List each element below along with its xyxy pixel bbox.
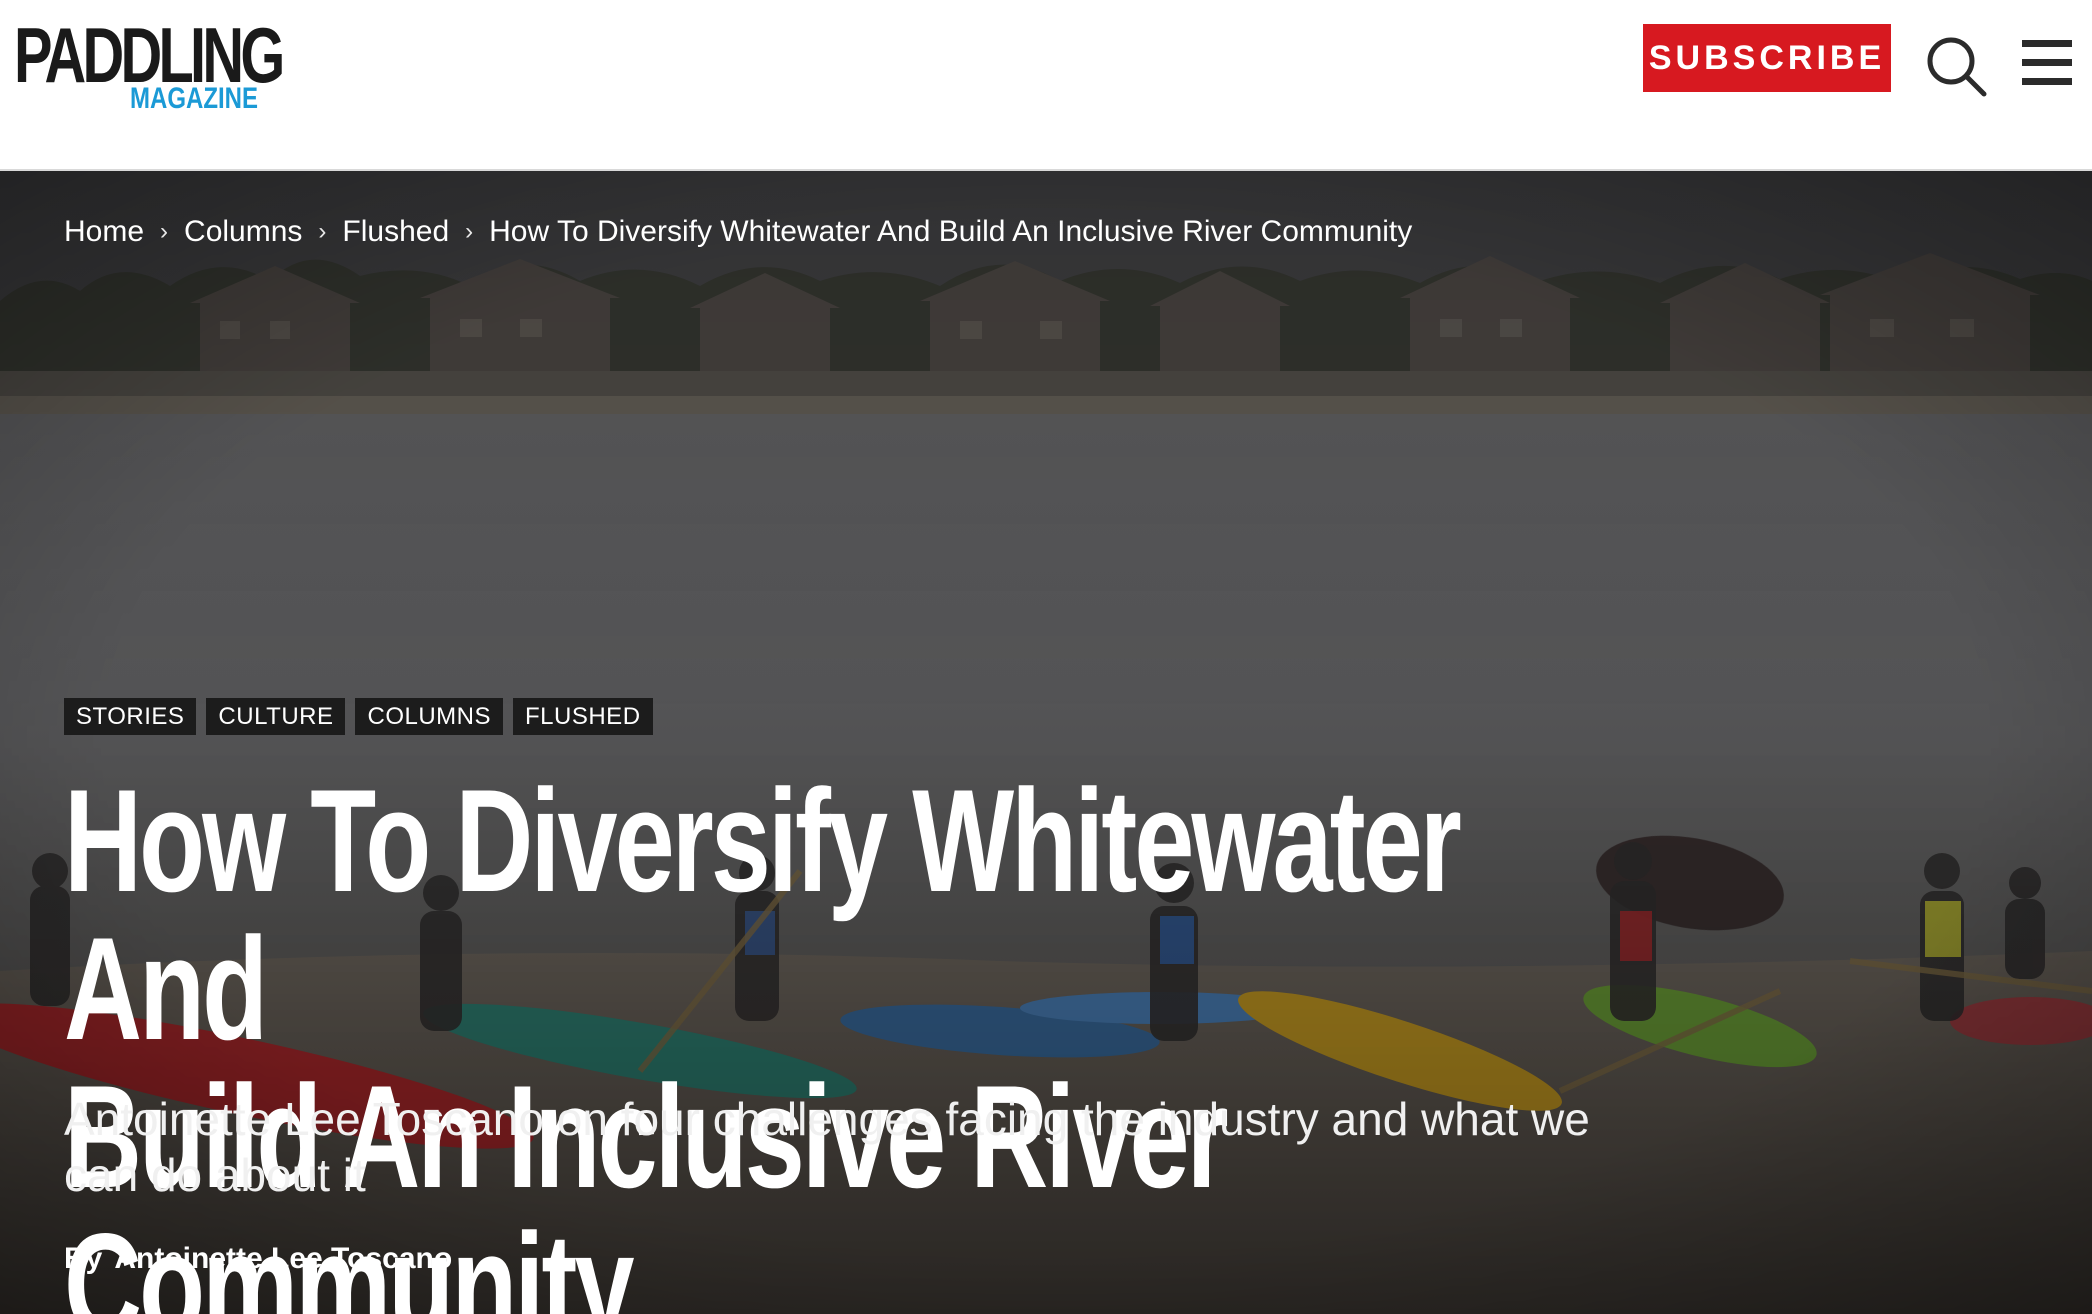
breadcrumb-separator: › bbox=[318, 218, 327, 245]
logo-wordmark: PADDLING bbox=[14, 11, 285, 99]
site-logo[interactable]: PADDLING MAGAZINE bbox=[14, 16, 285, 115]
breadcrumb-separator: › bbox=[160, 218, 169, 245]
byline-prefix: By bbox=[64, 1242, 103, 1275]
hamburger-menu-icon bbox=[2022, 78, 2072, 85]
site-header: PADDLING MAGAZINE SUBSCRIBE bbox=[0, 0, 2092, 171]
hamburger-menu-icon bbox=[2022, 40, 2072, 47]
hamburger-menu-icon bbox=[2022, 59, 2072, 66]
breadcrumb-flushed[interactable]: Flushed bbox=[342, 215, 449, 249]
article-byline: By Antoinette Lee Toscano bbox=[64, 1242, 452, 1276]
article-title: How To Diversify Whitewater And Build An… bbox=[64, 767, 1470, 1314]
breadcrumb-home[interactable]: Home bbox=[64, 215, 144, 249]
author-link[interactable]: Antoinette Lee Toscano bbox=[114, 1242, 452, 1276]
tag-flushed[interactable]: FLUSHED bbox=[513, 698, 653, 735]
article-hero: Home › Columns › Flushed › How To Divers… bbox=[0, 171, 2092, 1314]
breadcrumb-separator: › bbox=[465, 218, 474, 245]
menu-button[interactable] bbox=[2022, 40, 2074, 88]
search-icon bbox=[1927, 37, 1987, 97]
article-subtitle: Antoinette Lee Toscano on four challenge… bbox=[64, 1093, 1590, 1201]
breadcrumb-columns[interactable]: Columns bbox=[184, 215, 302, 249]
breadcrumb: Home › Columns › Flushed › How To Divers… bbox=[64, 215, 1412, 249]
article-tags: STORIES CULTURE COLUMNS FLUSHED bbox=[64, 698, 653, 735]
subscribe-button[interactable]: SUBSCRIBE bbox=[1643, 24, 1891, 92]
logo-subtitle: MAGAZINE bbox=[130, 82, 258, 115]
article-title-line-1: How To Diversify Whitewater And bbox=[64, 759, 1462, 1070]
tag-stories[interactable]: STORIES bbox=[64, 698, 197, 735]
search-button[interactable] bbox=[1924, 34, 1990, 100]
tag-culture[interactable]: CULTURE bbox=[206, 698, 346, 735]
breadcrumb-current: How To Diversify Whitewater And Build An… bbox=[489, 215, 1413, 248]
tag-columns[interactable]: COLUMNS bbox=[355, 698, 503, 735]
